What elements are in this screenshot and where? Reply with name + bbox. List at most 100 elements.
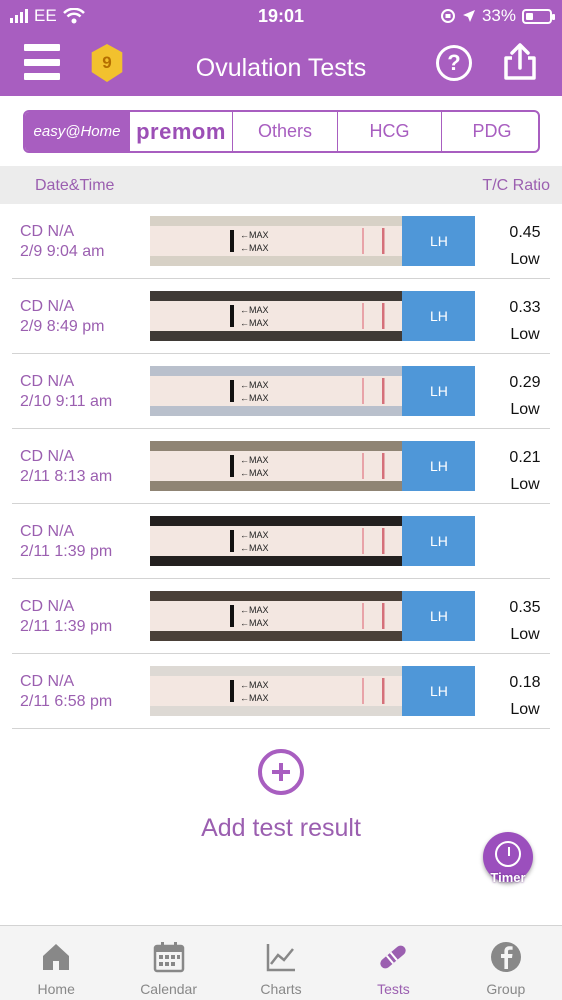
nav-charts[interactable]: Charts [225, 926, 337, 1000]
test-strip-photo[interactable]: ←MAX ←MAX LH [150, 366, 475, 416]
strip-brand-label: LH [430, 458, 448, 474]
battery-level-fill [526, 12, 533, 20]
test-datetime: 2/11 1:39 pm [20, 618, 113, 635]
test-strip-photo[interactable]: ←MAX ←MAX LH [150, 441, 475, 491]
status-bar: EE 19:01 33% [0, 0, 562, 32]
help-icon[interactable]: ? [436, 45, 472, 81]
tc-ratio-cell: 0.29 Low [500, 369, 550, 423]
test-row[interactable]: CD N/A 2/11 1:39 pm ←MAX ←MAX LH [12, 504, 550, 579]
home-icon [39, 940, 73, 974]
test-strip-image: ←MAX ←MAX LH [150, 441, 475, 491]
strip-max-label: ←MAX [240, 243, 269, 253]
test-date-cell: CD N/A 2/9 9:04 am [20, 222, 105, 262]
strip-max-label: ←MAX [240, 305, 269, 315]
cycle-day: CD N/A [20, 223, 75, 240]
test-strip-photo[interactable]: ←MAX ←MAX LH [150, 591, 475, 641]
test-strip-photo[interactable]: ←MAX ←MAX LH [150, 666, 475, 716]
calendar-icon [152, 940, 186, 974]
test-datetime: 2/10 9:11 am [20, 393, 113, 410]
test-row[interactable]: CD N/A 2/11 8:13 am ←MAX ←MAX LH 0.21 Low [12, 429, 550, 504]
test-datetime: 2/11 8:13 am [20, 468, 113, 485]
tc-ratio-level: Low [510, 401, 540, 418]
tab-others-label: Others [257, 121, 313, 141]
table-header: Date&Time T/C Ratio [0, 166, 562, 204]
add-test-icon[interactable] [258, 749, 304, 795]
tab-hcg[interactable]: HCG [338, 112, 442, 151]
column-header-ratio: T/C Ratio [482, 177, 550, 194]
test-datetime: 2/9 8:49 pm [20, 318, 105, 335]
tab-premom-label: premom [136, 118, 226, 144]
nav-group[interactable]: Group [450, 926, 562, 1000]
nav-tests[interactable]: Tests [337, 926, 449, 1000]
tc-ratio-level: Low [510, 701, 540, 718]
strip-max-label: ←MAX [240, 468, 269, 478]
tc-ratio-value: 0.21 [509, 449, 541, 466]
test-row[interactable]: CD N/A 2/9 9:04 am ←MAX ←MAX LH 0.45 Low [12, 204, 550, 279]
test-date-cell: CD N/A 2/11 6:58 pm [20, 672, 112, 712]
strip-max-label: ←MAX [240, 380, 269, 390]
strip-max-label: ←MAX [240, 530, 269, 540]
test-strip-image: ←MAX ←MAX LH [150, 216, 475, 266]
strip-brand-label: LH [430, 533, 448, 549]
test-date-cell: CD N/A 2/11 1:39 pm [20, 522, 112, 562]
test-row[interactable]: CD N/A 2/10 9:11 am ←MAX ←MAX LH 0.29 Low [12, 354, 550, 429]
tc-ratio-level: Low [510, 251, 540, 268]
nav-label: Charts [260, 981, 302, 997]
test-row[interactable]: CD N/A 2/11 1:39 pm ←MAX ←MAX LH 0.35 Low [12, 579, 550, 654]
facebook-icon [489, 940, 523, 974]
brand-tabs: easy@Home premom Others HCG PDG [23, 110, 540, 153]
test-strip-image: ←MAX ←MAX LH [150, 666, 475, 716]
strip-brand-label: LH [430, 683, 448, 699]
strip-max-label: ←MAX [240, 693, 269, 703]
test-strip-photo[interactable]: ←MAX ←MAX LH [150, 291, 475, 341]
tc-ratio-level: Low [510, 476, 540, 493]
battery-icon [522, 8, 555, 24]
timer-label: Timer [490, 870, 526, 885]
test-strip-image: ←MAX ←MAX LH [150, 366, 475, 416]
test-date-cell: CD N/A 2/11 8:13 am [20, 447, 112, 487]
test-strip-icon [376, 940, 410, 974]
chart-icon [264, 940, 298, 974]
tc-ratio-value: 0.18 [509, 674, 541, 691]
app-header: EE 19:01 33% 9 Ovulation Tests ? [0, 0, 562, 96]
test-strip-photo[interactable]: ←MAX ←MAX LH [150, 516, 475, 566]
strip-max-label: ←MAX [240, 230, 269, 240]
strip-max-label: ←MAX [240, 318, 269, 328]
tab-easy-home-label: easy@Home [33, 123, 121, 140]
column-header-datetime: Date&Time [35, 177, 115, 194]
test-strip-image: ←MAX ←MAX LH [150, 591, 475, 641]
cycle-day: CD N/A [20, 298, 75, 315]
tab-premom[interactable]: premom [130, 112, 233, 151]
cycle-day: CD N/A [20, 598, 75, 615]
test-datetime: 2/11 1:39 pm [20, 543, 113, 560]
nav-calendar[interactable]: Calendar [112, 926, 224, 1000]
test-datetime: 2/11 6:58 pm [20, 693, 113, 710]
strip-max-label: ←MAX [240, 680, 269, 690]
test-row[interactable]: CD N/A 2/11 6:58 pm ←MAX ←MAX LH 0.18 Low [12, 654, 550, 729]
test-strip-image: ←MAX ←MAX LH [150, 291, 475, 341]
bottom-nav: Home Calendar Charts Tests Group [0, 925, 562, 1000]
timer-button[interactable]: Timer [483, 832, 533, 890]
tc-ratio-cell: 0.33 Low [500, 294, 550, 348]
tab-others[interactable]: Others [233, 112, 338, 151]
battery-percent: 33% [481, 6, 516, 25]
tc-ratio-level: Low [510, 326, 540, 343]
test-strip-photo[interactable]: ←MAX ←MAX LH [150, 216, 475, 266]
strip-brand-label: LH [430, 383, 448, 399]
ovulation-tests-screen: EE 19:01 33% 9 Ovulation Tests ? easy@Ho… [0, 0, 562, 1000]
page-title: Ovulation Tests [195, 54, 367, 82]
tab-easy-home[interactable]: easy@Home [25, 112, 130, 151]
tab-pdg[interactable]: PDG [442, 112, 538, 151]
tc-ratio-value: 0.33 [509, 299, 541, 316]
strip-max-label: ←MAX [240, 618, 269, 628]
test-date-cell: CD N/A 2/9 8:49 pm [20, 297, 105, 337]
nav-home[interactable]: Home [0, 926, 112, 1000]
add-test-button[interactable]: Add test result [0, 814, 562, 843]
test-row[interactable]: CD N/A 2/9 8:49 pm ←MAX ←MAX LH 0.33 Low [12, 279, 550, 354]
nav-label: Calendar [140, 981, 198, 997]
share-icon[interactable] [500, 42, 540, 82]
nav-label: Group [486, 981, 526, 997]
tc-ratio-value: 0.35 [509, 599, 541, 616]
test-date-cell: CD N/A 2/10 9:11 am [20, 372, 112, 412]
tab-pdg-label: PDG [472, 121, 512, 141]
